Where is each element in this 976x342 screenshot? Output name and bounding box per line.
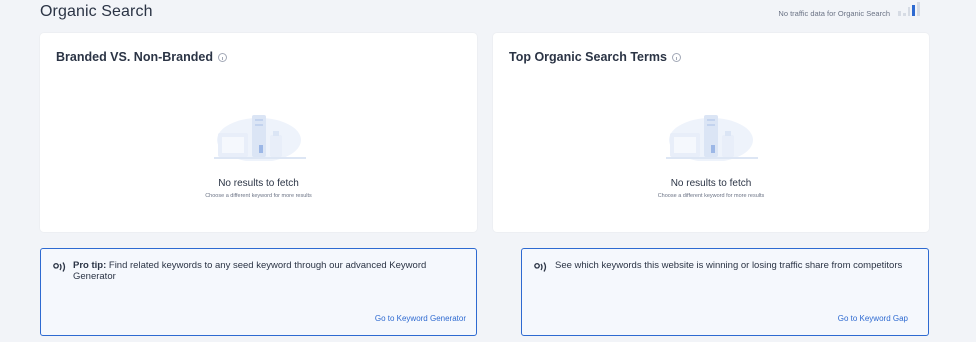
empty-state-illustration-icon [213,115,306,161]
bar-chart-icon [898,2,920,16]
pro-tip-keyword-generator: Pro tip: Find related keywords to any se… [40,248,477,336]
top-organic-search-terms-card: Top Organic Search Terms No results to f… [493,33,929,232]
card-title: Top Organic Search Terms [509,50,681,64]
megaphone-icon [534,262,547,272]
empty-state-title: No results to fetch [218,178,299,189]
card-title: Branded VS. Non-Branded [56,50,227,64]
info-icon[interactable] [217,53,227,62]
empty-state-subtitle: Choose a different keyword for more resu… [657,193,765,199]
tip-keyword-gap: See which keywords this website is winni… [521,248,929,336]
header-title: Organic Search [40,3,153,20]
empty-state-subtitle: Choose a different keyword for more resu… [205,193,312,199]
branded-vs-nonbranded-card: Branded VS. Non-Branded No results to fe… [40,33,477,232]
info-icon[interactable] [671,53,681,62]
tip-text: See which keywords this website is winni… [555,260,903,271]
no-traffic-status: No traffic data for Organic Search [778,9,890,18]
empty-state-illustration-icon [666,115,758,161]
go-to-keyword-generator-link[interactable]: Go to Keyword Generator [375,314,466,323]
go-to-keyword-gap-link[interactable]: Go to Keyword Gap [838,314,908,323]
empty-state-title: No results to fetch [670,178,752,189]
tip-text: Pro tip: Find related keywords to any se… [73,260,427,282]
megaphone-icon [53,262,66,272]
